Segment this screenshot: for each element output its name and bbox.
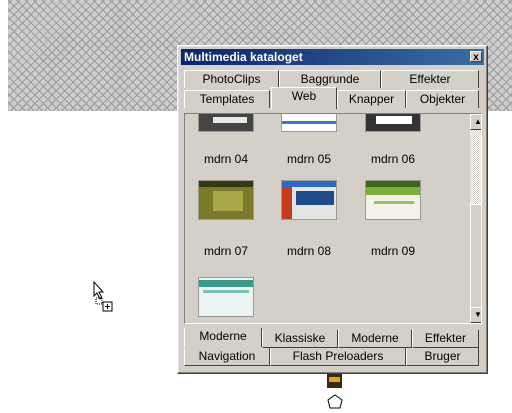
tab-navigation[interactable]: Navigation — [184, 348, 270, 366]
thumbnail-mdrn-09[interactable] — [365, 180, 421, 220]
thumbnail-list: mdrn 04 mdrn 05 mdrn 06 mdrn 07 mdrn 08 … — [184, 113, 482, 324]
thumbnail-mdrn-04[interactable] — [198, 114, 254, 132]
scroll-thumb[interactable] — [470, 204, 481, 314]
thumbnail-item-10[interactable] — [198, 277, 254, 317]
tab-effekter-bottom[interactable]: Effekter — [412, 330, 479, 348]
scroll-down-button[interactable]: ▼ — [470, 307, 481, 323]
item-label: mdrn 05 — [286, 152, 332, 166]
tab-klassiske[interactable]: Klassiske — [262, 330, 338, 348]
pentagon-shape-icon[interactable] — [325, 392, 345, 412]
tab-moderne[interactable]: Moderne — [338, 330, 412, 348]
item-label: mdrn 04 — [203, 152, 249, 166]
tab-flash-preloaders[interactable]: Flash Preloaders — [270, 348, 406, 366]
tab-web[interactable]: Web — [271, 87, 337, 109]
item-label: mdrn 06 — [370, 152, 416, 166]
tab-baggrunde[interactable]: Baggrunde — [279, 70, 381, 88]
tab-templates[interactable]: Templates — [184, 90, 270, 108]
item-label: mdrn 07 — [203, 244, 249, 258]
thumbnail-mdrn-07[interactable] — [198, 180, 254, 220]
copy-cursor-icon — [93, 281, 113, 312]
tab-moderne-selected[interactable]: Moderne — [184, 328, 262, 347]
thumbnail-mdrn-08[interactable] — [281, 180, 337, 220]
window-titlebar[interactable]: Multimedia kataloget x — [181, 49, 484, 65]
vertical-scrollbar[interactable]: ▲ ▼ — [470, 114, 481, 323]
item-label: mdrn 08 — [286, 244, 332, 258]
tab-knapper[interactable]: Knapper — [337, 90, 406, 108]
tab-photoclips[interactable]: PhotoClips — [184, 70, 279, 88]
tab-bruger[interactable]: Bruger — [406, 348, 479, 366]
thumbnail-mdrn-06[interactable] — [365, 114, 421, 132]
multimedia-catalog-window: Multimedia kataloget x PhotoClips Baggru… — [177, 45, 488, 374]
tab-objekter[interactable]: Objekter — [406, 90, 479, 108]
thumbnail-mdrn-05[interactable] — [281, 114, 337, 132]
toolbar-object-icon[interactable] — [327, 374, 342, 388]
item-label: mdrn 09 — [370, 244, 416, 258]
window-title: Multimedia kataloget — [184, 50, 303, 64]
scroll-up-button[interactable]: ▲ — [470, 114, 481, 130]
close-button[interactable]: x — [470, 51, 482, 63]
tab-effekter-top[interactable]: Effekter — [381, 70, 479, 88]
